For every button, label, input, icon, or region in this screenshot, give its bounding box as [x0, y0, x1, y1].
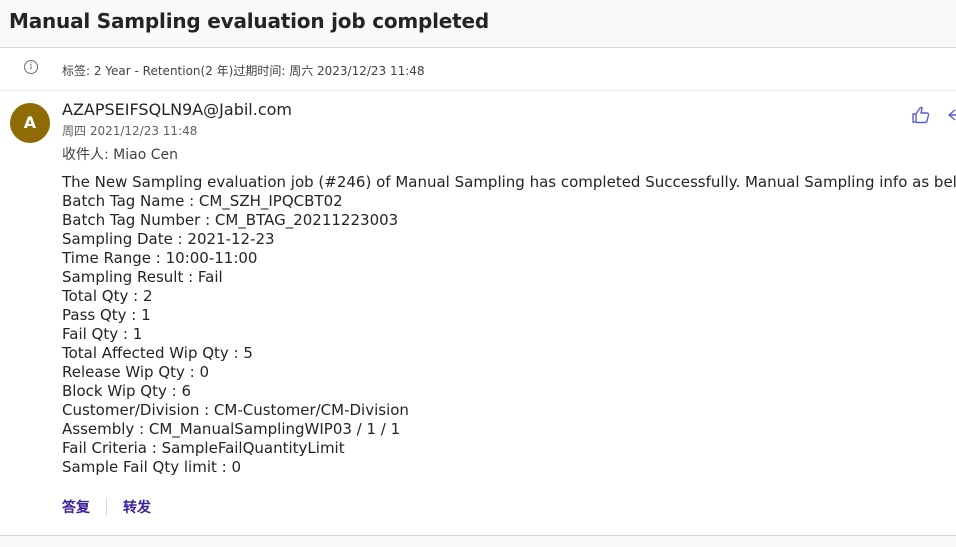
body-line: Fail Criteria : SampleFailQuantityLimit	[62, 439, 345, 457]
retention-label: 标签: 2 Year - Retention(2 年)过期时间: 周六 2023…	[62, 64, 425, 78]
reply-button[interactable]: 答复	[62, 497, 90, 517]
sent-date: 周四 2021/12/23 11:48	[62, 124, 198, 138]
like-icon[interactable]	[911, 106, 931, 124]
recipient-line: 收件人: Miao Cen	[62, 147, 178, 163]
body-line: Block Wip Qty : 6	[62, 382, 191, 400]
action-divider	[106, 498, 107, 516]
info-icon[interactable]: i	[24, 60, 38, 74]
bottom-divider	[0, 535, 956, 547]
body-line: Sampling Date : 2021-12-23	[62, 230, 275, 248]
reply-icon[interactable]	[946, 107, 956, 123]
body-line: Batch Tag Number : CM_BTAG_20211223003	[62, 211, 399, 229]
body-line: The New Sampling evaluation job (#246) o…	[62, 173, 956, 191]
body-line: Fail Qty : 1	[62, 325, 143, 343]
message-body: The New Sampling evaluation job (#246) o…	[62, 173, 956, 477]
body-line: Pass Qty : 1	[62, 306, 151, 324]
email-subject: Manual Sampling evaluation job completed	[9, 9, 490, 33]
body-line: Customer/Division : CM-Customer/CM-Divis…	[62, 401, 409, 419]
avatar[interactable]: A	[10, 103, 50, 143]
body-line: Time Range : 10:00-11:00	[62, 249, 258, 267]
sender-address[interactable]: AZAPSEIFSQLN9A@Jabil.com	[62, 100, 292, 119]
body-line: Batch Tag Name : CM_SZH_IPQCBT02	[62, 192, 343, 210]
body-line: Release Wip Qty : 0	[62, 363, 210, 381]
forward-button[interactable]: 转发	[123, 497, 151, 517]
body-line: Assembly : CM_ManualSamplingWIP03 / 1 / …	[62, 420, 401, 438]
title-bar: Manual Sampling evaluation job completed	[0, 0, 956, 48]
body-line: Total Affected Wip Qty : 5	[62, 344, 253, 362]
body-line: Total Qty : 2	[62, 287, 153, 305]
body-line: Sample Fail Qty limit : 0	[62, 458, 242, 476]
body-line: Sampling Result : Fail	[62, 268, 223, 286]
